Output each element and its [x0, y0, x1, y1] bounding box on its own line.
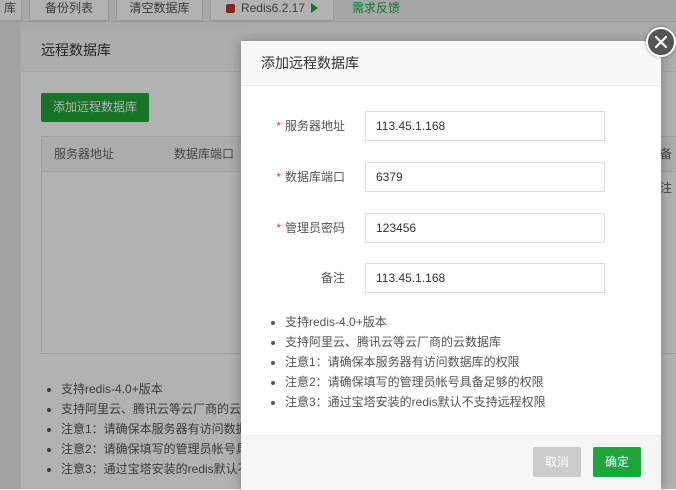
password-label-text: 管理员密码 — [284, 221, 345, 235]
close-modal-button[interactable] — [646, 27, 676, 57]
server-label: * 服务器地址 — [276, 111, 345, 141]
add-remote-database-modal: 添加远程数据库 *服务器地址 *数据库端口 *管理员密码 备注 支持redis-… — [241, 41, 661, 490]
list-item: 支持阿里云、腾讯云等云厂商的云数据库 — [285, 332, 546, 352]
modal-footer: 取消 确定 — [241, 435, 661, 490]
required-mark: * — [276, 119, 281, 133]
cancel-button[interactable]: 取消 — [533, 447, 581, 477]
form-row-port: * 数据库端口 — [241, 162, 661, 192]
form-row-password: * 管理员密码 — [241, 213, 661, 243]
list-item: 注意1：请确保本服务器有访问数据库的权限 — [285, 352, 546, 372]
database-port-input[interactable] — [365, 162, 605, 192]
modal-notes-list: 支持redis-4.0+版本 支持阿里云、腾讯云等云厂商的云数据库 注意1：请确… — [265, 312, 546, 412]
server-label-text: 服务器地址 — [284, 119, 345, 133]
password-label: * 管理员密码 — [276, 213, 345, 243]
list-item: 注意3：通过宝塔安装的redis默认不支持远程权限 — [285, 392, 546, 412]
confirm-button[interactable]: 确定 — [593, 447, 641, 477]
remark-label-text: 备注 — [320, 271, 345, 285]
form-row-remark: 备注 — [241, 263, 661, 293]
modal-title: 添加远程数据库 — [241, 41, 661, 86]
list-item: 支持redis-4.0+版本 — [285, 312, 546, 332]
admin-password-input[interactable] — [365, 213, 605, 243]
port-label: * 数据库端口 — [276, 162, 345, 192]
list-item: 注意2：请确保填写的管理员帐号具备足够的权限 — [285, 372, 546, 392]
close-icon — [654, 35, 668, 49]
server-address-input[interactable] — [365, 111, 605, 141]
required-mark: * — [276, 170, 281, 184]
remark-label: 备注 — [321, 263, 345, 293]
form-row-server: * 服务器地址 — [241, 111, 661, 141]
required-mark: * — [276, 221, 281, 235]
port-label-text: 数据库端口 — [284, 170, 345, 184]
remark-input[interactable] — [365, 263, 605, 293]
